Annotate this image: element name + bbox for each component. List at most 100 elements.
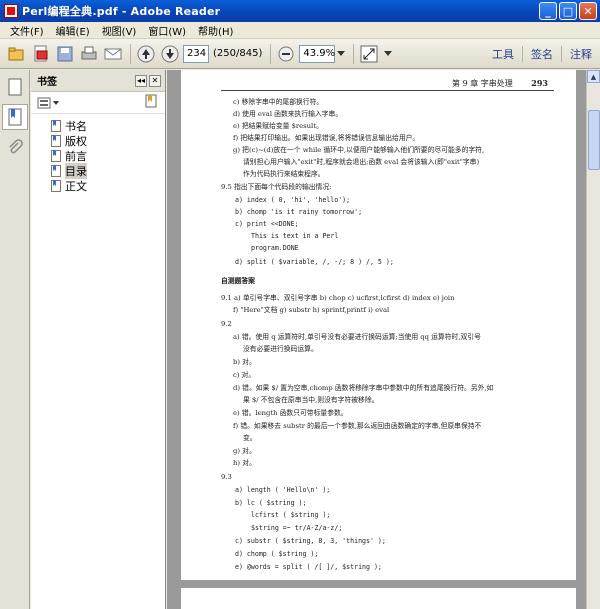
page-header: 第 9 章 字串处理 293 bbox=[452, 78, 548, 89]
page-text-line: f) "Here"文档 g) substr h) sprintf,printf … bbox=[233, 306, 390, 314]
navigation-rail bbox=[0, 70, 30, 609]
bookmark-label: 正文 bbox=[65, 179, 87, 193]
menu-file[interactable]: 文件(F) bbox=[4, 23, 50, 38]
comment-button[interactable]: 注释 bbox=[562, 46, 600, 62]
page-text-line: e) 把结果赋给变量 $result。 bbox=[233, 122, 323, 130]
page-text-line: b) 对。 bbox=[233, 358, 256, 366]
close-panel-icon[interactable]: ✕ bbox=[149, 74, 161, 87]
bookmarks-panel: 书签 ◂◂ ✕ 书名 版权 前言 目录 正文 bbox=[31, 70, 166, 609]
page-text-line: e) @words = split ( /[ ]/, $string ); bbox=[235, 563, 382, 571]
bookmark-label: 书名 bbox=[65, 119, 87, 133]
new-bookmark-icon[interactable] bbox=[145, 94, 159, 111]
close-button[interactable]: ✕ bbox=[579, 2, 597, 20]
scroll-up-icon[interactable]: ▲ bbox=[587, 70, 600, 83]
page-text-line: 果 $/ 不包含在原串当中,则没有字符被移除。 bbox=[243, 396, 379, 404]
title-bar: Perl编程全典.pdf - Adobe Reader _ □ ✕ bbox=[0, 0, 600, 22]
page-text-line: a) length ( 'Hello\n' ); bbox=[235, 486, 331, 494]
bookmark-item[interactable]: 版权 bbox=[31, 133, 165, 148]
bookmark-item[interactable]: 正文 bbox=[31, 178, 165, 193]
document-viewport[interactable]: 第 9 章 字串处理 293 c) 移除字串中的尾部换行符。 d) 使用 eval… bbox=[167, 70, 600, 609]
adobe-reader-icon bbox=[4, 4, 18, 18]
bookmark-icon bbox=[51, 119, 61, 132]
menu-edit[interactable]: 编辑(E) bbox=[50, 23, 96, 38]
page-text-line: 9.1 a) 单引号字串、双引号字串 b) chop c) ucfirst,lc… bbox=[221, 294, 455, 302]
page-text-line: g) 把(c)~(d)放在一个 while 循环中,以便用户能够输入他们所要的尽… bbox=[233, 146, 485, 154]
page-text-line: lcfirst ( $string ); bbox=[251, 511, 331, 519]
page-text-line: 作为代码执行来结束程序。 bbox=[243, 170, 325, 178]
page-text-line: g) 对。 bbox=[233, 447, 256, 455]
page-text-line: a) index ( 0, 'hi', 'hello'); bbox=[235, 196, 351, 204]
page-text-line: c) print <<DONE; bbox=[235, 220, 299, 228]
page-number: 293 bbox=[531, 78, 548, 88]
bookmarks-icon[interactable] bbox=[2, 104, 28, 130]
page-thumbnails-icon[interactable] bbox=[2, 74, 28, 100]
page-text-line: d) 使用 eval 函数来执行输入字串。 bbox=[233, 110, 343, 118]
bookmark-item[interactable]: 目录 bbox=[31, 162, 165, 179]
save-icon[interactable] bbox=[54, 43, 76, 65]
bookmark-item[interactable]: 前言 bbox=[31, 148, 165, 163]
page-text-line: 自测题答案 bbox=[221, 277, 255, 285]
page-number-input[interactable]: 234 bbox=[183, 44, 209, 63]
zoom-dropdown-icon[interactable] bbox=[335, 43, 347, 65]
zoom-out-icon[interactable] bbox=[275, 43, 297, 65]
menu-view[interactable]: 视图(V) bbox=[96, 23, 143, 38]
bookmarks-panel-title: 书签 bbox=[37, 77, 57, 88]
page-text-line: e) 错。length 函数只可带标量参数。 bbox=[233, 409, 348, 417]
page-text-line: 9.3 bbox=[221, 473, 232, 481]
page-text-line: 没有必要进行换码运算。 bbox=[243, 345, 318, 353]
page-text-line: This is text in a Perl bbox=[251, 232, 339, 240]
page-text-line: b) chomp 'is it rainy tomorrow'; bbox=[235, 208, 363, 216]
page-text-line: c) substr ( $string, 8, 3, 'things' ); bbox=[235, 537, 386, 545]
page-text-line: a) 错。使用 q 运算符时,单引号没有必要进行换码运算;当使用 qq 运算符时… bbox=[233, 333, 481, 341]
menu-window[interactable]: 窗口(W) bbox=[142, 23, 192, 38]
zoom-input[interactable]: 43.9% bbox=[299, 44, 336, 63]
page-text-line: d) 错。如果 $/ 置为空串,chomp 函数将移除字串中参数中的所有追尾换行… bbox=[233, 384, 494, 392]
page-text-line: c) 移除字串中的尾部换行符。 bbox=[233, 98, 324, 106]
page-text-line: 9.2 bbox=[221, 320, 232, 328]
toolbar: 234 (250/845) 43.9% 工具 签名 注释 bbox=[0, 39, 600, 69]
page-text-line: d) chomp ( $string ); bbox=[235, 550, 319, 558]
bookmark-icon bbox=[51, 164, 61, 177]
bookmark-icon bbox=[51, 149, 61, 162]
bookmark-options-icon[interactable] bbox=[37, 97, 59, 109]
page-text-line: f) 把结果打印输出。如果出现错误,将将错误信息输出给用户。 bbox=[233, 134, 420, 142]
scrollbar-thumb[interactable] bbox=[588, 110, 600, 170]
page-text-line: 变。 bbox=[243, 434, 257, 442]
bookmark-item[interactable]: 书名 bbox=[31, 118, 165, 133]
attachments-icon[interactable] bbox=[2, 134, 28, 160]
chapter-title: 第 9 章 字串处理 bbox=[452, 79, 513, 88]
page-text-line: 请别担心用户输入"exit"时,程序就会退出;函数 eval 会将该输入(即"e… bbox=[243, 158, 480, 166]
open-icon[interactable] bbox=[6, 43, 28, 65]
fullscreen-icon[interactable] bbox=[358, 43, 380, 65]
previous-page-icon[interactable] bbox=[135, 43, 157, 65]
next-pdf-page bbox=[181, 588, 576, 609]
email-icon[interactable] bbox=[102, 43, 124, 65]
page-text-line: program.DONE bbox=[251, 244, 299, 252]
collapse-panel-icon[interactable]: ◂◂ bbox=[135, 74, 147, 87]
tools-button[interactable]: 工具 bbox=[484, 46, 522, 62]
page-text-line: f) 错。如果移去 substr 的最后一个参数,那么返回由函数确定的字串,但原… bbox=[233, 422, 482, 430]
page-text-line: d) split ( $variable, /, -/; 8 ) /, 5 ); bbox=[235, 258, 394, 266]
bookmark-label: 版权 bbox=[65, 134, 87, 148]
page-text-line: 9.5 指出下面每个代码段的输出情况: bbox=[221, 183, 332, 191]
page-text-line: $string =~ tr/A-Z/a-z/; bbox=[251, 524, 343, 532]
minimize-button[interactable]: _ bbox=[539, 2, 557, 20]
bookmark-label: 目录 bbox=[65, 162, 87, 179]
bookmark-icon bbox=[51, 134, 61, 147]
page-text-line: b) lc ( $string ); bbox=[235, 499, 307, 507]
window-title: Perl编程全典.pdf - Adobe Reader bbox=[22, 5, 221, 18]
vertical-scrollbar[interactable]: ▲ bbox=[586, 70, 600, 609]
page-count-label: (250/845) bbox=[213, 48, 263, 59]
pdf-page: 第 9 章 字串处理 293 c) 移除字串中的尾部换行符。 d) 使用 eval… bbox=[181, 70, 576, 580]
page-text-line: c) 对。 bbox=[233, 371, 256, 379]
sign-button[interactable]: 签名 bbox=[523, 46, 561, 62]
bookmark-icon bbox=[51, 179, 61, 192]
menu-help[interactable]: 帮助(H) bbox=[192, 23, 239, 38]
maximize-button[interactable]: □ bbox=[559, 2, 577, 20]
menu-bar: 文件(F) 编辑(E) 视图(V) 窗口(W) 帮助(H) bbox=[0, 22, 600, 39]
page-text-line: h) 对。 bbox=[233, 459, 256, 467]
print-icon[interactable] bbox=[78, 43, 100, 65]
next-page-icon[interactable] bbox=[159, 43, 181, 65]
fullscreen-dropdown-icon[interactable] bbox=[382, 43, 394, 65]
create-pdf-icon[interactable] bbox=[30, 43, 52, 65]
